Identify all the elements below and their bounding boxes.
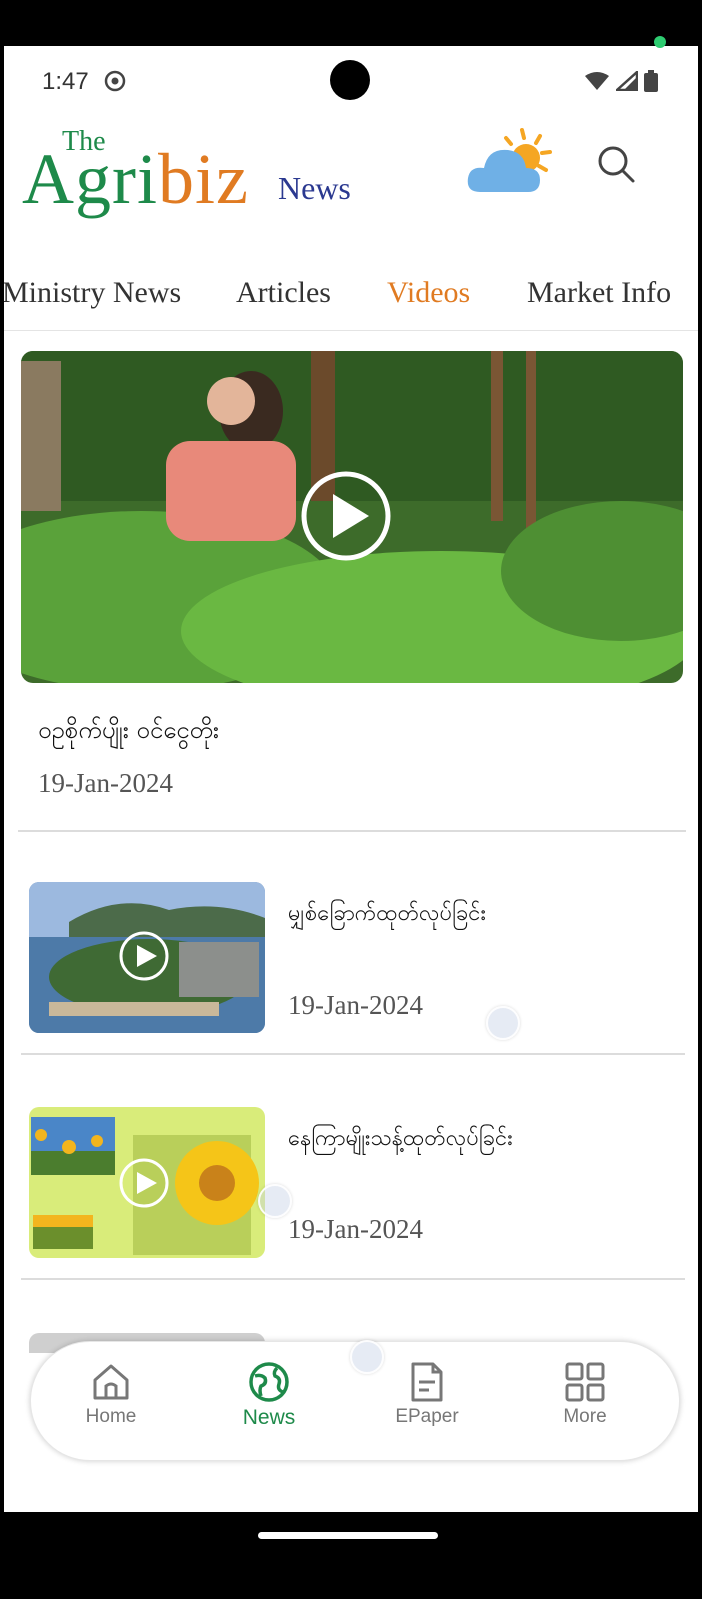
document-icon — [411, 1362, 443, 1402]
video-thumbnail[interactable] — [29, 1107, 265, 1258]
nav-label-more: More — [563, 1406, 607, 1427]
privacy-indicator-dot — [654, 36, 666, 48]
signal-icon — [616, 71, 638, 91]
status-time: 1:47 — [42, 68, 89, 95]
divider — [21, 1278, 685, 1280]
nav-home[interactable]: Home — [51, 1354, 171, 1428]
nav-epaper[interactable]: EPaper — [367, 1354, 487, 1428]
agribiz-logo[interactable]: The Agri biz News — [22, 126, 372, 226]
weather-icon[interactable] — [466, 126, 558, 200]
divider — [21, 1053, 685, 1055]
grid-icon — [565, 1362, 605, 1402]
divider — [18, 830, 686, 832]
tab-market-info[interactable]: Market Info — [527, 276, 671, 310]
wifi-icon — [585, 72, 609, 90]
search-icon[interactable] — [594, 142, 638, 186]
video-date: 19-Jan-2024 — [288, 990, 423, 1020]
featured-video-date: 19-Jan-2024 — [38, 768, 173, 798]
category-tabs: Ministry News Articles Videos Market Inf… — [4, 268, 698, 331]
app-screen: 1:47 The Agri biz News Ministry News Art… — [4, 46, 698, 1512]
nav-more[interactable]: More — [525, 1354, 645, 1428]
touch-indicator — [350, 1340, 384, 1374]
touch-indicator — [258, 1184, 292, 1218]
tab-videos[interactable]: Videos — [387, 276, 470, 310]
battery-icon — [644, 70, 658, 92]
video-image-island — [29, 882, 265, 1033]
tab-articles[interactable]: Articles — [236, 276, 331, 310]
nav-label-home: Home — [85, 1406, 137, 1427]
tab-ministry-news[interactable]: Ministry News — [4, 276, 181, 310]
featured-video-thumbnail[interactable] — [21, 351, 683, 683]
touch-indicator — [486, 1006, 520, 1040]
video-thumbnail[interactable] — [29, 882, 265, 1033]
featured-video-title[interactable]: ဝဥစိုက်ပျိုး ဝင်ငွေတိုး — [38, 714, 219, 750]
globe-icon — [249, 1362, 289, 1402]
nav-label-news: News — [242, 1406, 296, 1429]
nav-news[interactable]: News — [209, 1354, 329, 1430]
video-date: 19-Jan-2024 — [288, 1214, 423, 1244]
sync-icon — [104, 70, 126, 92]
video-title[interactable]: နေကြာမျိုးသန့်ထုတ်လုပ်ခြင်း — [288, 1123, 513, 1156]
home-icon — [93, 1364, 129, 1400]
logo-news: News — [278, 170, 351, 206]
status-icons — [584, 70, 658, 92]
logo-biz: biz — [158, 139, 249, 219]
logo-agri: Agri — [22, 139, 158, 219]
featured-video-image — [21, 351, 683, 683]
camera-cutout — [330, 60, 370, 100]
gesture-home-bar[interactable] — [258, 1532, 438, 1539]
video-image-sunflower — [29, 1107, 265, 1258]
video-title[interactable]: မျှစ်ခြောက်ထုတ်လုပ်ခြင်း — [288, 898, 486, 931]
nav-label-epaper: EPaper — [395, 1406, 459, 1427]
